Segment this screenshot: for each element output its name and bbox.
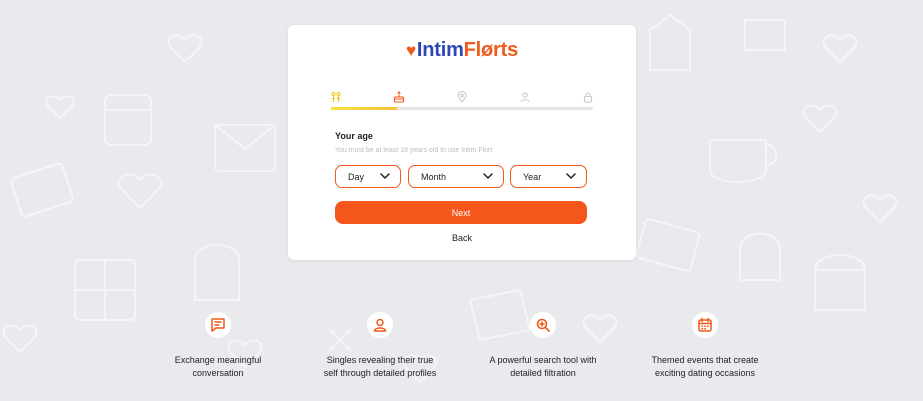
feature-text-line2: self through detailed profiles (323, 367, 437, 378)
feature-item-search: A powerful search tool with detailed filt… (463, 312, 623, 379)
progress-track (331, 107, 593, 110)
feature-text-line2: exciting dating occasions (654, 367, 756, 378)
signup-card: ♥IntimFlørts Your age You must be at lea… (288, 25, 636, 260)
feature-item-events: Themed events that create exciting dating… (625, 312, 785, 379)
search-icon (530, 312, 556, 338)
calendar-icon (692, 312, 718, 338)
form-title: Your age (335, 131, 373, 141)
feature-item-conversation: Exchange meaningful conversation (138, 312, 298, 379)
chevron-down-icon (380, 173, 390, 180)
year-select-label: Year (523, 171, 542, 182)
brand-name-part2: Flørts (463, 39, 519, 61)
lock-icon (580, 89, 596, 105)
day-select[interactable]: Day (335, 165, 401, 188)
person-icon (517, 89, 533, 105)
location-icon (454, 89, 470, 105)
year-select[interactable]: Year (510, 165, 587, 188)
next-button[interactable]: Next (335, 201, 587, 224)
gender-icon (328, 89, 344, 105)
form-subtitle: You must be at least 18 years old to use… (335, 147, 493, 154)
heart-logo-icon: ♥ (405, 41, 416, 60)
chevron-down-icon (483, 173, 493, 180)
brand-name-part1: Intim (416, 39, 464, 61)
feature-text-line2: conversation (192, 367, 244, 378)
step-progress (331, 89, 593, 111)
feature-item-profiles: Singles revealing their true self through… (300, 312, 460, 379)
month-select-label: Month (421, 171, 447, 182)
feature-text-line2: detailed filtration (510, 367, 576, 378)
feature-text-line1: Exchange meaningful (174, 355, 262, 365)
progress-fill (331, 107, 397, 110)
back-link[interactable]: Back (288, 233, 636, 243)
feature-text-line1: A powerful search tool with (489, 355, 597, 365)
chevron-down-icon (566, 173, 576, 180)
feature-text-line1: Themed events that create (651, 355, 759, 365)
brand-logo[interactable]: ♥IntimFlørts (288, 39, 636, 62)
user-icon (367, 312, 393, 338)
feature-text-line1: Singles revealing their true (326, 355, 434, 365)
month-select[interactable]: Month (408, 165, 504, 188)
chat-icon (205, 312, 231, 338)
day-select-label: Day (348, 171, 365, 182)
cake-icon (391, 89, 407, 105)
